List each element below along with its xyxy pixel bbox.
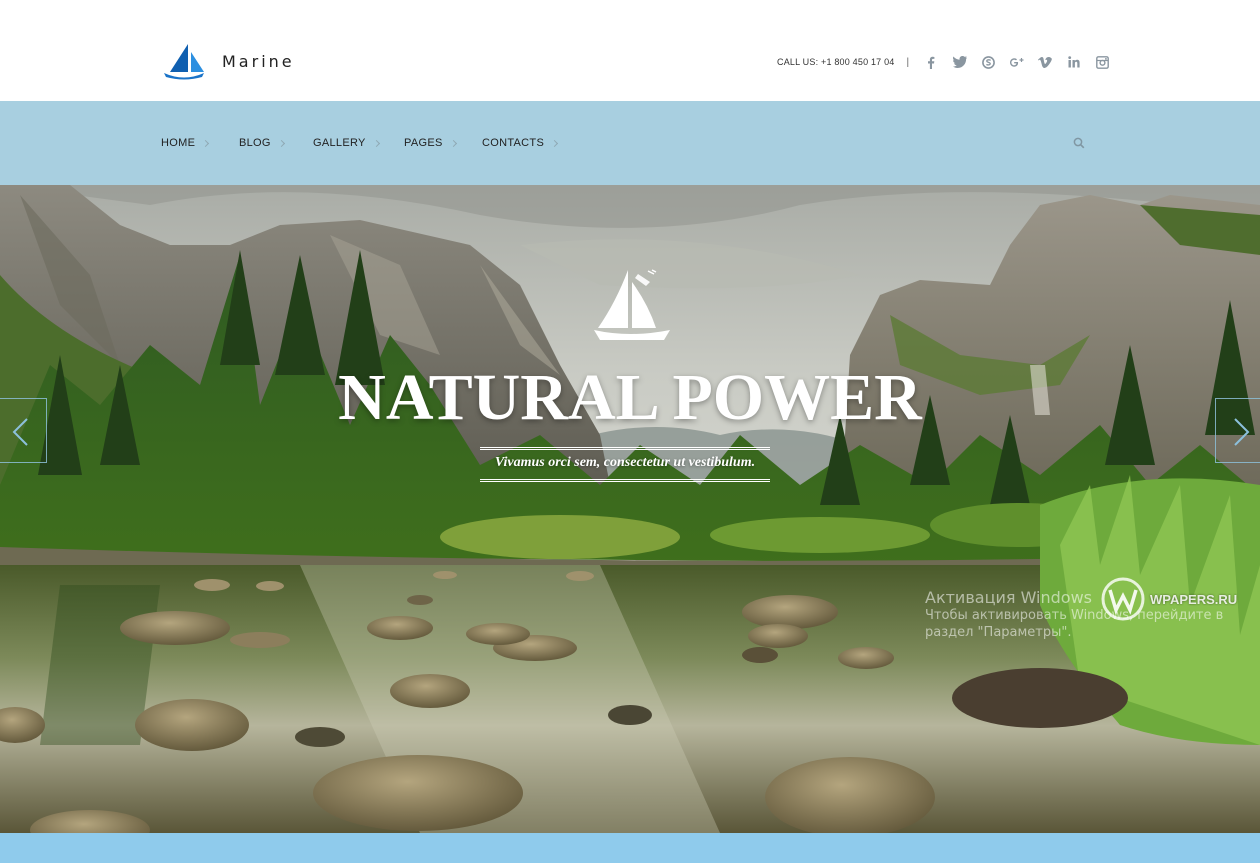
chevron-left-icon (12, 418, 28, 446)
sailboat-icon (590, 268, 674, 351)
bottom-strip (0, 833, 1260, 863)
instagram-icon[interactable] (1094, 55, 1110, 69)
chevron-right-icon (277, 139, 285, 147)
hero-title: NATURAL POWER (338, 361, 922, 434)
hero-subtitle: Vivamus orci sem, consectetur ut vestibu… (494, 455, 756, 470)
facebook-icon[interactable] (923, 55, 939, 69)
vimeo-icon[interactable] (1037, 55, 1053, 69)
site-logo[interactable]: Marine (162, 42, 295, 80)
hero-subtitle-box: Vivamus orci sem, consectetur ut vestibu… (480, 447, 770, 482)
wpapers-watermark: WPAPERS.RU (1098, 574, 1237, 624)
twitter-icon[interactable] (952, 55, 968, 69)
nav-label: PAGES (404, 137, 443, 149)
nav-label: HOME (161, 137, 196, 149)
next-slide-button[interactable] (1215, 398, 1260, 463)
watermark-line: раздел "Параметры". (925, 625, 1072, 640)
skype-icon[interactable] (980, 55, 996, 69)
nav-item-pages[interactable]: PAGES (404, 137, 457, 149)
chevron-right-icon (202, 139, 210, 147)
nav-label: BLOG (239, 137, 271, 149)
prev-slide-button[interactable] (0, 398, 47, 463)
nav-label: CONTACTS (482, 137, 545, 149)
main-nav: HOME BLOG GALLERY PAGES CONTACTS (0, 101, 1260, 185)
contact-bar: CALL US: +1 800 450 17 04 | (777, 55, 1123, 69)
top-bar: Marine CALL US: +1 800 450 17 04 | (0, 0, 1260, 101)
separator: | (906, 56, 910, 68)
nav-item-gallery[interactable]: GALLERY (313, 137, 380, 149)
linkedin-icon[interactable] (1066, 55, 1082, 69)
nav-item-blog[interactable]: BLOG (239, 137, 285, 149)
google-plus-icon[interactable] (1009, 55, 1025, 69)
wpapers-text: WPAPERS.RU (1150, 591, 1238, 607)
social-links (923, 55, 1123, 69)
chevron-right-icon (1234, 418, 1250, 446)
nav-item-contacts[interactable]: CONTACTS (482, 137, 559, 149)
chevron-right-icon (551, 139, 559, 147)
chevron-right-icon (449, 139, 457, 147)
nav-item-home[interactable]: HOME (161, 137, 210, 149)
hero-slider: NATURAL POWER Vivamus orci sem, consecte… (0, 185, 1260, 833)
wpapers-logo-icon (1101, 577, 1145, 621)
nav-label: GALLERY (313, 137, 366, 149)
sailboat-logo-icon (162, 42, 206, 80)
logo-text: Marine (222, 51, 295, 71)
chevron-right-icon (372, 139, 380, 147)
phone-number: CALL US: +1 800 450 17 04 (777, 57, 895, 67)
search-icon[interactable] (1073, 136, 1085, 154)
